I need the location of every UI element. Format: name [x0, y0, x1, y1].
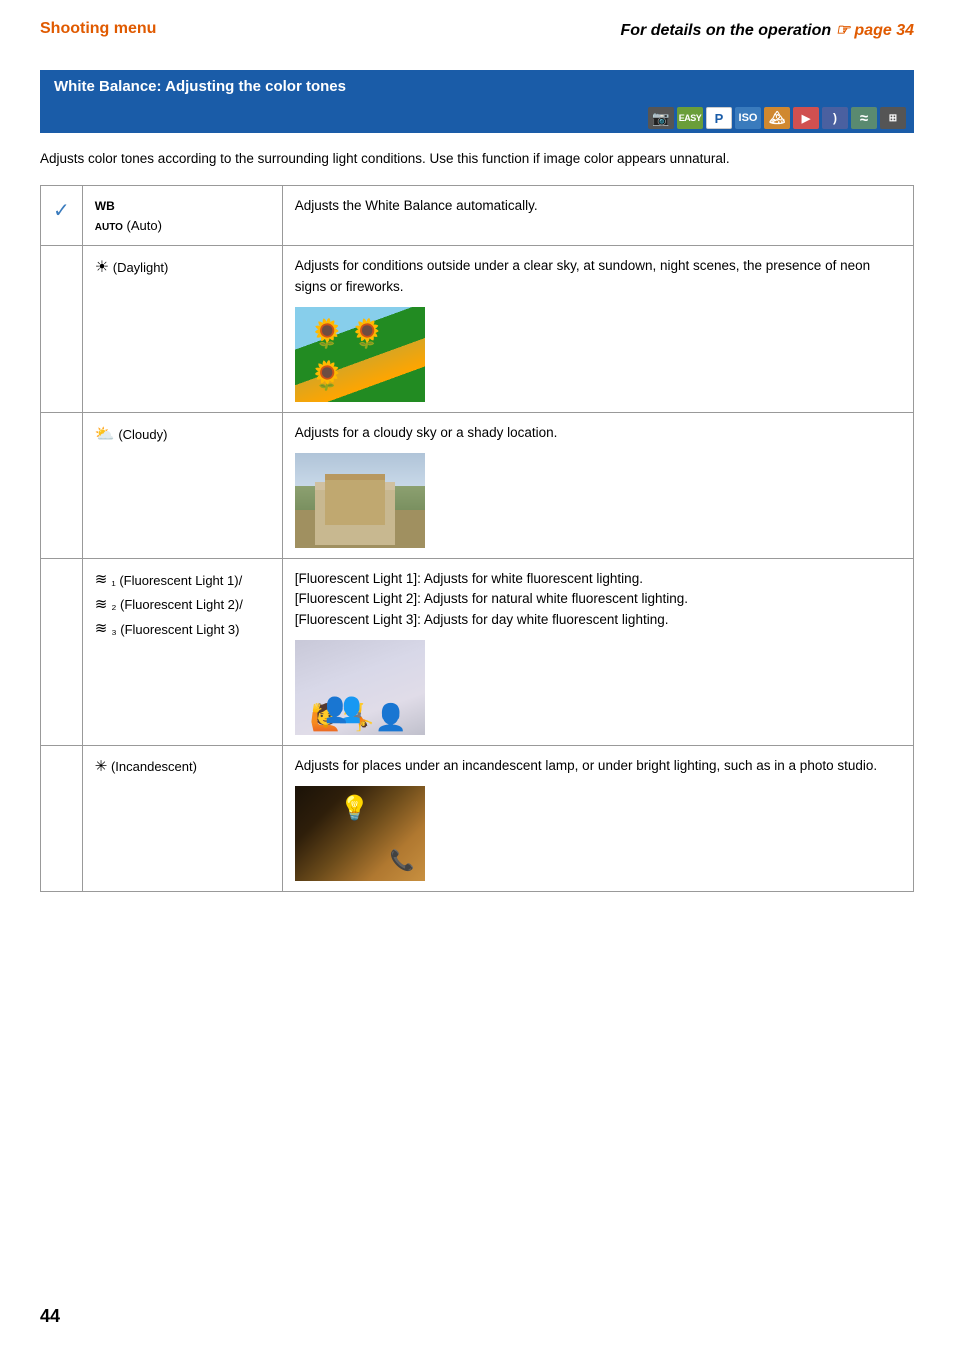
title-text: White Balance: Adjusting the color tones: [54, 78, 346, 95]
easy-mode-icon: EASY: [677, 107, 703, 129]
cloudy-icon: ⛅: [95, 426, 115, 443]
header-reference: For details on the operation ☞ page 34: [620, 20, 914, 40]
fluorescent-2-label: ₂ (Fluorescent Light 2)/: [111, 595, 243, 615]
daylight-cell: ☀ (Daylight): [82, 246, 282, 413]
incandescent-label: (Incandescent): [111, 759, 197, 774]
fluorescent-thumbnail: 🙋🤸👤: [295, 640, 425, 735]
section-title: Shooting menu: [40, 20, 156, 38]
daylight-thumbnail: [295, 307, 425, 402]
night-mode-icon: ): [822, 107, 848, 129]
daylight-label: (Daylight): [113, 260, 169, 275]
table-row: ✳ (Incandescent) Adjusts for places unde…: [41, 745, 914, 891]
wb-auto-label: (Auto): [127, 218, 162, 233]
fl-icon-row-2: ≋ ₂ (Fluorescent Light 2)/: [95, 594, 270, 617]
incandescent-icon: ✳: [95, 758, 108, 775]
table-row: ☀ (Daylight) Adjusts for conditions outs…: [41, 246, 914, 413]
header-ref-text: For details on the operation: [620, 22, 831, 39]
fluorescent-3-icon: ≋: [95, 618, 108, 641]
incandescent-cell: ✳ (Incandescent): [82, 745, 282, 891]
incandescent-thumbnail: 💡 📞: [295, 786, 425, 881]
page-ref: ☞ page 34: [836, 22, 914, 39]
table-row: ⛅ (Cloudy) Adjusts for a cloudy sky or a…: [41, 412, 914, 558]
grid-mode-icon: ⊞: [880, 107, 906, 129]
table-row: ≋ ₁ (Fluorescent Light 1)/ ≋ ₂ (Fluoresc…: [41, 559, 914, 746]
fluorescent-1-label: ₁ (Fluorescent Light 1)/: [111, 571, 242, 591]
mode-icon-bar: 📷 EASY P ISO 🏔 ▶ ) ≈ ⊞: [40, 103, 914, 133]
wave-mode-icon: ≈: [851, 107, 877, 129]
cloudy-description: Adjusts for a cloudy sky or a shady loca…: [282, 412, 913, 558]
page-header: Shooting menu For details on the operati…: [40, 20, 914, 40]
check-cell-fluorescent: [41, 559, 83, 746]
fl-icon-row-1: ≋ ₁ (Fluorescent Light 1)/: [95, 569, 270, 592]
scene-mode-icon: 🏔: [764, 107, 790, 129]
m-mode-icon: ▶: [793, 107, 819, 129]
wb-auto-icon: WBAUTO: [95, 199, 123, 233]
p-mode-icon: P: [706, 107, 732, 129]
iso-mode-icon: ISO: [735, 107, 761, 129]
daylight-icon: ☀: [95, 259, 109, 276]
section-title-bar: White Balance: Adjusting the color tones: [40, 70, 914, 103]
wb-auto-description: Adjusts the White Balance automatically.: [282, 186, 913, 246]
intro-paragraph: Adjusts color tones according to the sur…: [40, 149, 914, 169]
cloudy-label: (Cloudy): [118, 427, 167, 442]
fluorescent-description: [Fluorescent Light 1]: Adjusts for white…: [282, 559, 913, 746]
fluorescent-3-label: ₃ (Fluorescent Light 3): [111, 620, 239, 640]
cloudy-thumbnail: [295, 453, 425, 548]
white-balance-table: ✓ WBAUTO (Auto) Adjusts the White Balanc…: [40, 185, 914, 892]
page-number: 44: [40, 1306, 60, 1327]
wb-auto-cell: WBAUTO (Auto): [82, 186, 282, 246]
check-cell-incandescent: [41, 745, 83, 891]
fluorescent-cell: ≋ ₁ (Fluorescent Light 1)/ ≋ ₂ (Fluoresc…: [82, 559, 282, 746]
check-cell-cloudy: [41, 412, 83, 558]
fluorescent-2-icon: ≋: [95, 594, 108, 617]
checkmark-icon: ✓: [53, 200, 70, 222]
check-cell: ✓: [41, 186, 83, 246]
fluorescent-1-icon: ≋: [95, 569, 108, 592]
daylight-description: Adjusts for conditions outside under a c…: [282, 246, 913, 413]
table-row: ✓ WBAUTO (Auto) Adjusts the White Balanc…: [41, 186, 914, 246]
cloudy-cell: ⛅ (Cloudy): [82, 412, 282, 558]
fl-icon-row-3: ≋ ₃ (Fluorescent Light 3): [95, 618, 270, 641]
check-cell-daylight: [41, 246, 83, 413]
incandescent-description: Adjusts for places under an incandescent…: [282, 745, 913, 891]
camera-icon: 📷: [648, 107, 674, 129]
fluorescent-icons: ≋ ₁ (Fluorescent Light 1)/ ≋ ₂ (Fluoresc…: [95, 569, 270, 641]
